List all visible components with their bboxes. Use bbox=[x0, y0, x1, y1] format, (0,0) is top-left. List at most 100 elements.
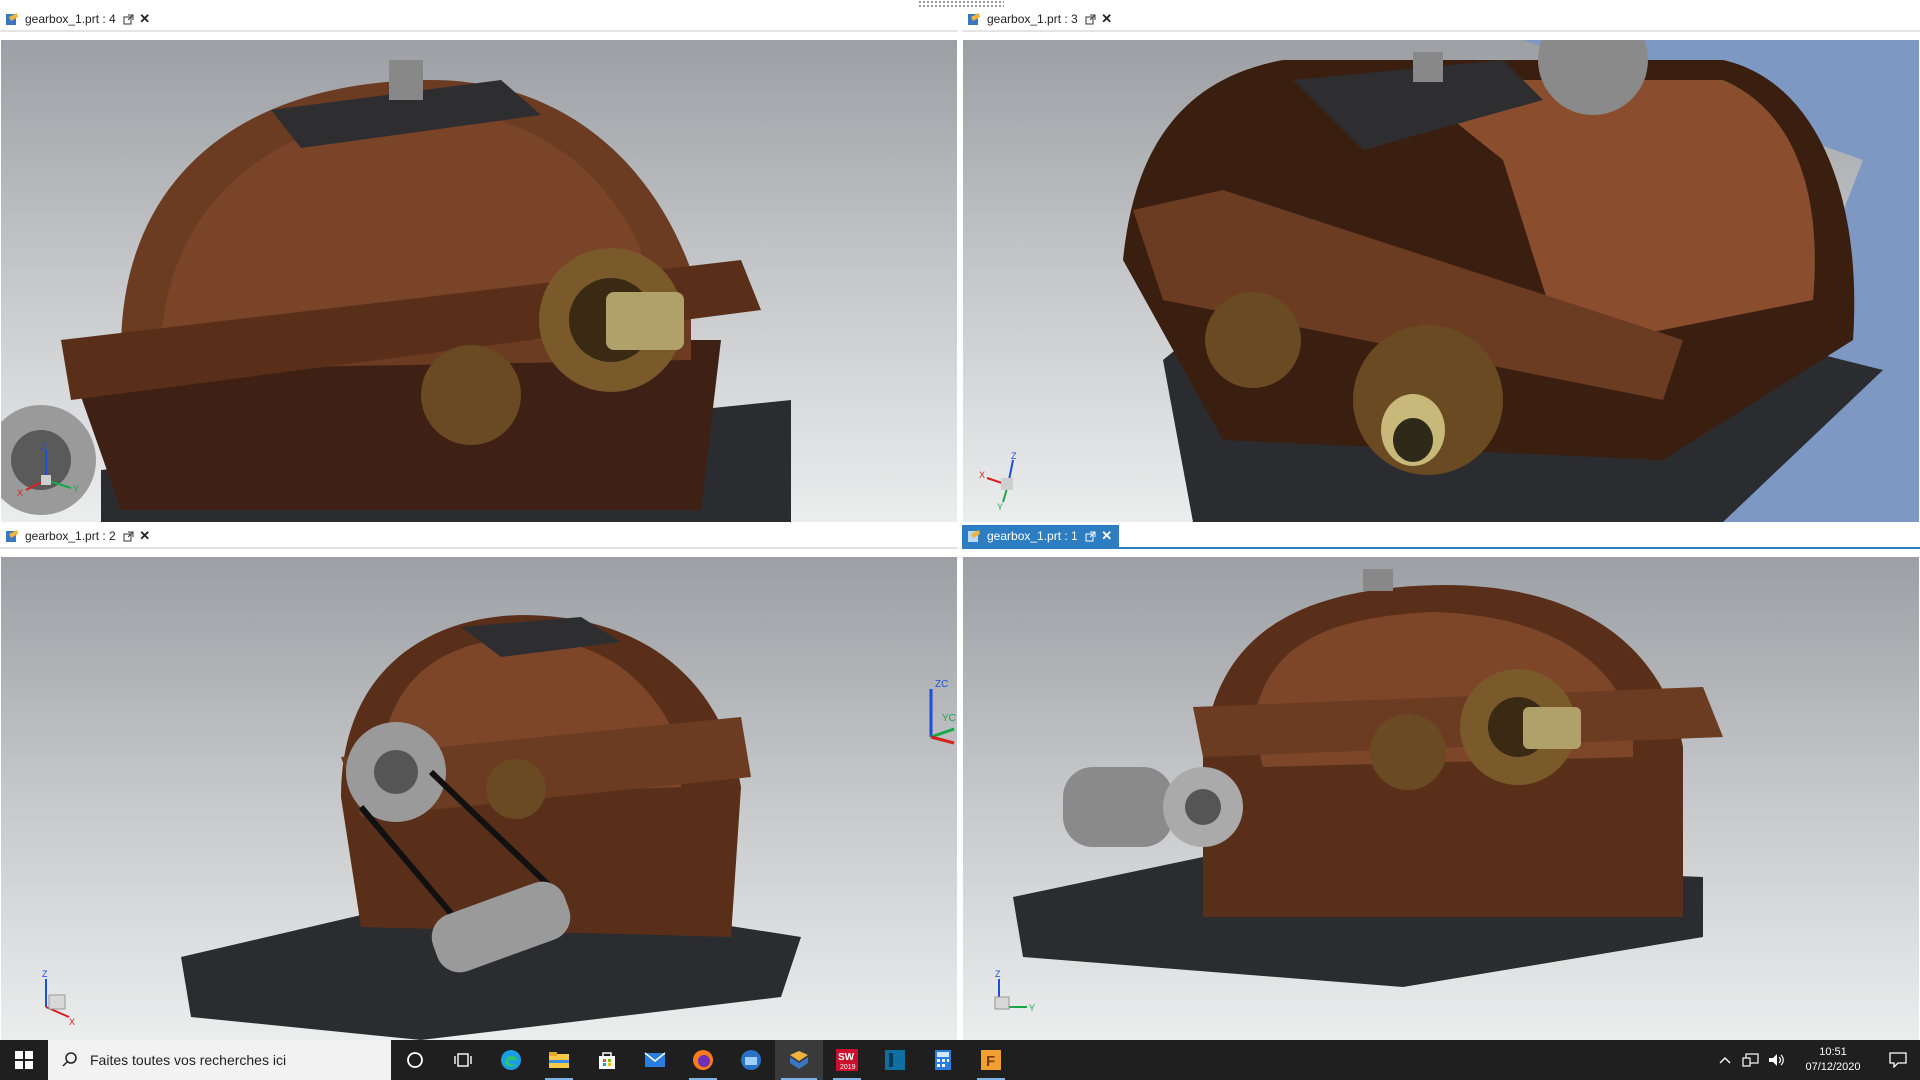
triad-y-label: Y bbox=[73, 484, 79, 494]
coordinate-triad: Z Y X bbox=[973, 450, 1043, 512]
taskbar-clock[interactable]: 10:51 07/12/2020 bbox=[1790, 1045, 1876, 1075]
dark-app-button[interactable] bbox=[871, 1040, 919, 1080]
network-status[interactable] bbox=[1738, 1040, 1764, 1080]
outlook-button[interactable] bbox=[727, 1040, 775, 1080]
app-f-icon: F bbox=[981, 1050, 1001, 1070]
app-dark-icon bbox=[885, 1050, 905, 1070]
mail-button[interactable] bbox=[631, 1040, 679, 1080]
viewport-pane-4: gearbox_1.prt : 4 ✕ Z Y X bbox=[0, 8, 958, 522]
triad-x-label: X bbox=[17, 488, 23, 498]
graphics-area-2[interactable]: Z X ZC YC bbox=[1, 557, 957, 1040]
search-placeholder: Faites toutes vos recherches ici bbox=[90, 1052, 287, 1068]
undock-icon[interactable] bbox=[1085, 13, 1097, 25]
wcs-triad: ZC YC bbox=[906, 677, 956, 747]
part-file-icon bbox=[5, 12, 19, 26]
calculator-icon bbox=[935, 1050, 951, 1070]
triad-x-label: X bbox=[979, 470, 985, 480]
firefox-button[interactable] bbox=[679, 1040, 727, 1080]
close-icon[interactable]: ✕ bbox=[1101, 11, 1113, 26]
undock-icon[interactable] bbox=[123, 530, 135, 542]
coordinate-triad: Z Y X bbox=[11, 440, 81, 500]
triad-z-label: Z bbox=[42, 969, 48, 979]
viewport-pane-1: gearbox_1.prt : 1 ✕ Z Y bbox=[962, 525, 1920, 1040]
calculator-button[interactable] bbox=[919, 1040, 967, 1080]
nx-window: gearbox_1.prt : 4 ✕ Z Y X gearbox_1.prt … bbox=[0, 0, 1920, 1080]
graphics-area-3[interactable]: Z Y X bbox=[963, 40, 1919, 522]
undock-icon[interactable] bbox=[1085, 530, 1097, 542]
viewport-tab-4[interactable]: gearbox_1.prt : 4 ✕ bbox=[0, 8, 157, 30]
start-button[interactable] bbox=[0, 1040, 48, 1080]
windows-taskbar: Faites toutes vos recherches ici SW 2019… bbox=[0, 1040, 1920, 1080]
file-explorer-button[interactable] bbox=[535, 1040, 583, 1080]
task-view-button[interactable] bbox=[439, 1040, 487, 1080]
speaker-icon bbox=[1769, 1054, 1784, 1066]
undock-icon[interactable] bbox=[123, 13, 135, 25]
app-f-label: F bbox=[986, 1053, 995, 1070]
splitter-grip[interactable] bbox=[918, 0, 1004, 8]
close-icon[interactable]: ✕ bbox=[139, 528, 151, 543]
clock-time: 10:51 bbox=[1819, 1046, 1847, 1058]
part-file-icon bbox=[967, 529, 981, 543]
gearbox-model-view-4 bbox=[1, 60, 791, 522]
edge-icon bbox=[501, 1050, 521, 1070]
task-view-icon bbox=[454, 1053, 472, 1067]
firefox-icon bbox=[693, 1050, 713, 1070]
chevron-up-icon bbox=[1719, 1057, 1731, 1064]
viewport-title: gearbox_1.prt : 1 bbox=[987, 529, 1078, 543]
solidworks-button[interactable]: SW 2019 bbox=[823, 1040, 871, 1080]
viewport-tab-2[interactable]: gearbox_1.prt : 2 ✕ bbox=[0, 525, 157, 547]
store-button[interactable] bbox=[583, 1040, 631, 1080]
graphics-area-4[interactable]: Z Y X bbox=[1, 40, 957, 522]
close-icon[interactable]: ✕ bbox=[1101, 528, 1113, 543]
viewport-title: gearbox_1.prt : 3 bbox=[987, 12, 1078, 26]
show-hidden-icons[interactable] bbox=[1712, 1040, 1738, 1080]
solidworks-icon: SW 2019 bbox=[836, 1049, 858, 1071]
tab-underline bbox=[962, 30, 1920, 32]
volume-control[interactable] bbox=[1764, 1040, 1790, 1080]
part-file-icon bbox=[5, 529, 19, 543]
search-icon bbox=[62, 1052, 77, 1067]
gearbox-model-view-3 bbox=[1123, 40, 1919, 522]
triad-y-label: Y bbox=[997, 502, 1003, 510]
wcs-yc-label: YC bbox=[942, 713, 956, 724]
nx-button[interactable] bbox=[775, 1040, 823, 1080]
viewport-tab-1[interactable]: gearbox_1.prt : 1 ✕ bbox=[962, 525, 1119, 547]
triad-z-label: Z bbox=[1011, 451, 1017, 461]
edge-button[interactable] bbox=[487, 1040, 535, 1080]
outlook-icon bbox=[741, 1050, 761, 1070]
triad-y-label: Y bbox=[1029, 1003, 1035, 1013]
coordinate-triad: Z Y bbox=[977, 967, 1047, 1027]
file-explorer-icon bbox=[549, 1052, 569, 1068]
viewport-title: gearbox_1.prt : 2 bbox=[25, 529, 116, 543]
action-center-button[interactable] bbox=[1876, 1040, 1920, 1080]
triad-z-label: Z bbox=[41, 442, 47, 452]
f-app-button[interactable]: F bbox=[967, 1040, 1015, 1080]
tab-underline bbox=[0, 547, 958, 549]
cortana-icon bbox=[407, 1052, 423, 1068]
gearbox-model-view-1 bbox=[1013, 569, 1723, 987]
part-file-icon bbox=[967, 12, 981, 26]
svg-text:SW: SW bbox=[838, 1052, 855, 1063]
windows-logo-icon bbox=[15, 1051, 33, 1069]
close-icon[interactable]: ✕ bbox=[139, 11, 151, 26]
store-icon bbox=[599, 1052, 615, 1069]
tab-underline bbox=[962, 547, 1920, 549]
tab-underline bbox=[0, 30, 958, 32]
coordinate-triad: Z X bbox=[31, 967, 101, 1027]
gearbox-model-view-2 bbox=[181, 615, 801, 1040]
triad-x-label: X bbox=[69, 1017, 75, 1027]
taskbar-search-box[interactable]: Faites toutes vos recherches ici bbox=[48, 1040, 391, 1080]
system-tray: 10:51 07/12/2020 bbox=[1712, 1040, 1920, 1080]
cortana-button[interactable] bbox=[391, 1040, 439, 1080]
wcs-zc-label: ZC bbox=[935, 679, 948, 690]
viewport-tab-3[interactable]: gearbox_1.prt : 3 ✕ bbox=[962, 8, 1119, 30]
notification-icon bbox=[1889, 1052, 1907, 1068]
viewport-pane-3: gearbox_1.prt : 3 ✕ Z Y X bbox=[962, 8, 1920, 522]
mail-icon bbox=[644, 1052, 666, 1067]
nx-icon bbox=[790, 1051, 808, 1069]
clock-date: 07/12/2020 bbox=[1805, 1061, 1861, 1073]
solidworks-version: 2019 bbox=[840, 1064, 856, 1071]
network-icon bbox=[1742, 1053, 1759, 1067]
graphics-area-1[interactable]: Z Y bbox=[963, 557, 1919, 1040]
viewport-pane-2: gearbox_1.prt : 2 ✕ Z X ZC YC bbox=[0, 525, 958, 1040]
